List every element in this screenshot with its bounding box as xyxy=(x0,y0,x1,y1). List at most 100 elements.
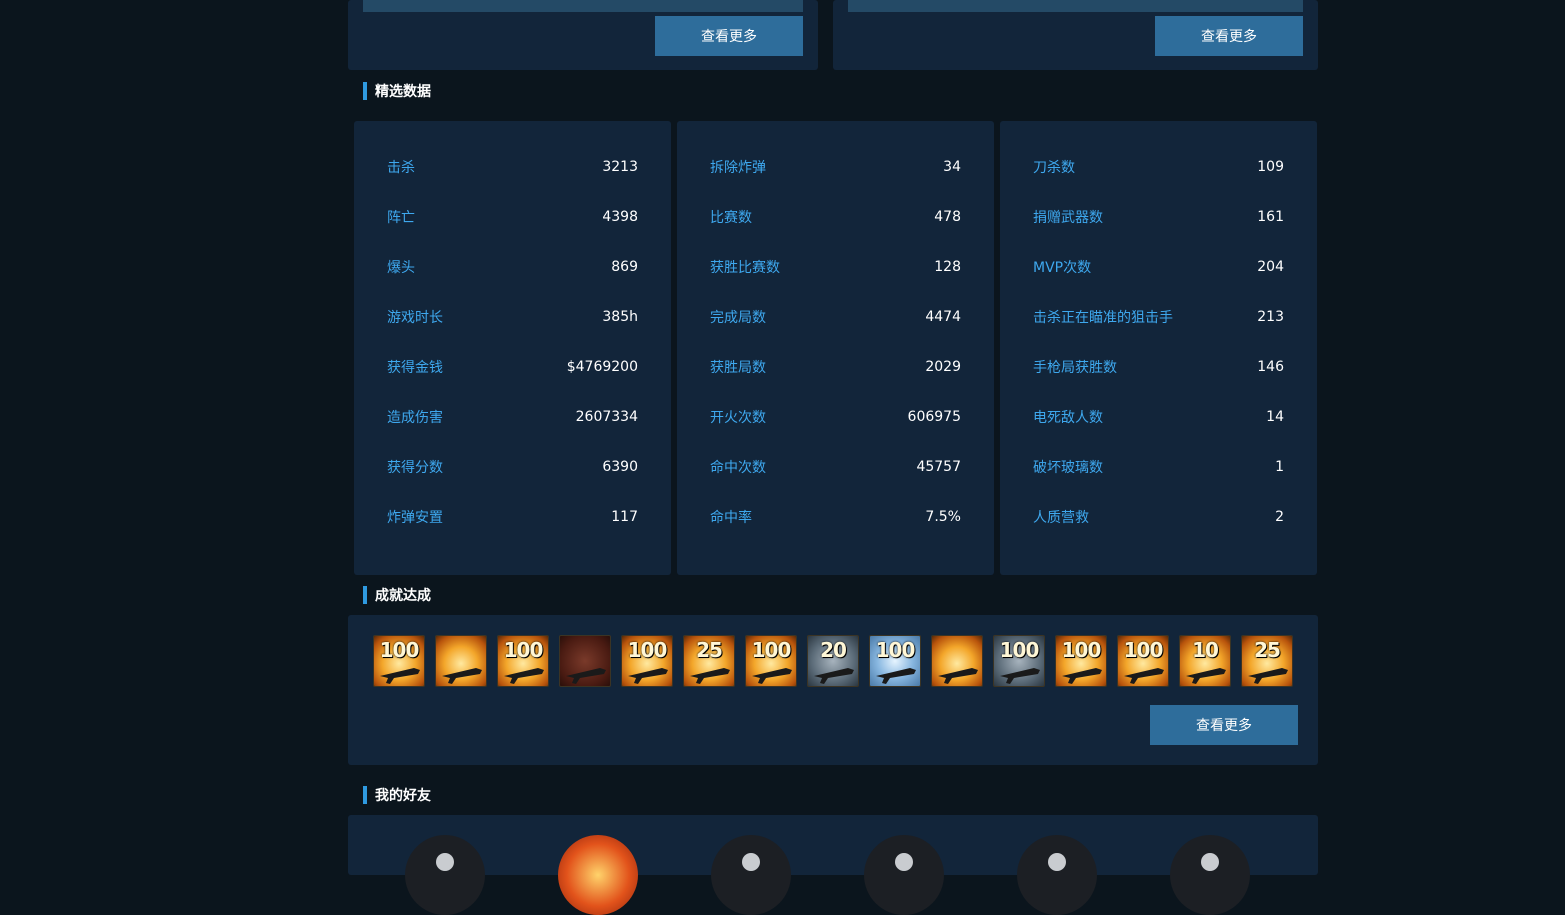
stat-value: 161 xyxy=(1257,209,1284,225)
stat-label: 获胜比赛数 xyxy=(710,260,780,276)
default-avatar[interactable] xyxy=(1017,835,1097,915)
achievement-count: 100 xyxy=(379,638,420,662)
medal-100-icon[interactable]: 100 xyxy=(993,635,1045,687)
stat-label: 电死敌人数 xyxy=(1033,410,1103,426)
stat-value: 4398 xyxy=(602,209,638,225)
stat-label: 破坏玻璃数 xyxy=(1033,460,1103,476)
stat-value: 14 xyxy=(1266,409,1284,425)
knife-100-icon[interactable]: 100 xyxy=(621,635,673,687)
featured-section-title: 精选数据 xyxy=(363,81,431,101)
achievement-count: 100 xyxy=(999,638,1040,662)
grenade-icon[interactable] xyxy=(559,635,611,687)
stat-label: 比赛数 xyxy=(710,210,752,226)
section-accent-bar xyxy=(363,82,367,100)
stat-row: 破坏玻璃数 1 xyxy=(1033,457,1284,477)
stat-row: 捐赠武器数 161 xyxy=(1033,207,1284,227)
crosshair-rifle-100-icon[interactable]: 100 xyxy=(1117,635,1169,687)
sniper-target-icon[interactable] xyxy=(435,635,487,687)
defuse-20-icon[interactable]: 20 xyxy=(807,635,859,687)
stat-value: 109 xyxy=(1257,159,1284,175)
avatar-head-icon xyxy=(436,853,454,871)
stat-value: 7.5% xyxy=(925,509,961,525)
stat-row: 完成局数 4474 xyxy=(710,307,961,327)
stat-label: 游戏时长 xyxy=(387,310,443,326)
achievement-count: 25 xyxy=(1254,638,1281,662)
stat-label: 获得金钱 xyxy=(387,360,443,376)
bomb-100-icon[interactable]: 100 xyxy=(745,635,797,687)
stat-value: 869 xyxy=(611,259,638,275)
stat-row: 电死敌人数 14 xyxy=(1033,407,1284,427)
achievements-title-text: 成就达成 xyxy=(375,588,431,604)
stat-value: 2029 xyxy=(925,359,961,375)
stat-row: 获胜比赛数 128 xyxy=(710,257,961,277)
achievement-count: 100 xyxy=(751,638,792,662)
stat-row: 手枪局获胜数 146 xyxy=(1033,357,1284,377)
stat-row: 获胜局数 2029 xyxy=(710,357,961,377)
section-accent-bar xyxy=(363,586,367,604)
default-avatar[interactable] xyxy=(711,835,791,915)
stat-row: 游戏时长 385h xyxy=(387,307,638,327)
achievements-view-more-button[interactable]: 查看更多 xyxy=(1150,705,1298,745)
fire-avatar[interactable] xyxy=(558,835,638,915)
stat-row: 造成伤害 2607334 xyxy=(387,407,638,427)
view-more-button-left[interactable]: 查看更多 xyxy=(655,16,803,56)
stat-label: 刀杀数 xyxy=(1033,160,1075,176)
stat-value: 478 xyxy=(934,209,961,225)
stat-label: 造成伤害 xyxy=(387,410,443,426)
pistol-10-icon[interactable]: 10 xyxy=(1179,635,1231,687)
stat-label: 拆除炸弹 xyxy=(710,160,766,176)
stat-value: 128 xyxy=(934,259,961,275)
stat-label: MVP次数 xyxy=(1033,260,1092,276)
stat-row: 获得金钱 $4769200 xyxy=(387,357,638,377)
avatar-head-icon xyxy=(1048,853,1066,871)
stat-label: 开火次数 xyxy=(710,410,766,426)
stat-label: 获得分数 xyxy=(387,460,443,476)
stat-value: 2607334 xyxy=(575,409,638,425)
view-more-button-right[interactable]: 查看更多 xyxy=(1155,16,1303,56)
stat-label: 获胜局数 xyxy=(710,360,766,376)
crosshair-terrorist-icon[interactable] xyxy=(931,635,983,687)
top-panel-right: 查看更多 xyxy=(833,0,1318,70)
rifle-100-icon[interactable]: 100 xyxy=(373,635,425,687)
smg-25-icon[interactable]: 25 xyxy=(683,635,735,687)
achievements-panel: 查看更多 100 100 100 25 100 20 100 100 100 100 10 25 xyxy=(348,615,1318,765)
top-panel-right-bar xyxy=(848,0,1303,12)
stat-label: 手枪局获胜数 xyxy=(1033,360,1117,376)
achievement-count: 10 xyxy=(1192,638,1219,662)
stat-value: 6390 xyxy=(602,459,638,475)
stat-row: 比赛数 478 xyxy=(710,207,961,227)
stat-row: 阵亡 4398 xyxy=(387,207,638,227)
stat-value: 213 xyxy=(1257,309,1284,325)
pistol-25-icon[interactable]: 25 xyxy=(1241,635,1293,687)
stat-value: 204 xyxy=(1257,259,1284,275)
featured-title-text: 精选数据 xyxy=(375,84,431,100)
achievement-count: 100 xyxy=(875,638,916,662)
default-avatar[interactable] xyxy=(405,835,485,915)
stat-row: 命中率 7.5% xyxy=(710,507,961,527)
default-avatar[interactable] xyxy=(1170,835,1250,915)
achievement-count: 100 xyxy=(627,638,668,662)
stat-value: 146 xyxy=(1257,359,1284,375)
stats-column-3: 刀杀数 109 捐赠武器数 161 MVP次数 204 击杀正在瞄准的狙击手 213 手枪局获胜… xyxy=(1000,121,1317,575)
stat-label: 击杀正在瞄准的狙击手 xyxy=(1033,310,1173,326)
top-panel-left: 查看更多 xyxy=(348,0,818,70)
stat-row: 拆除炸弹 34 xyxy=(710,157,961,177)
section-accent-bar xyxy=(363,786,367,804)
friends-title-text: 我的好友 xyxy=(375,788,431,804)
stat-label: 命中率 xyxy=(710,510,752,526)
avatar-head-icon xyxy=(895,853,913,871)
default-avatar[interactable] xyxy=(864,835,944,915)
sniper-rifle-100-icon[interactable]: 100 xyxy=(497,635,549,687)
stat-label: 爆头 xyxy=(387,260,415,276)
stat-label: 炸弹安置 xyxy=(387,510,443,526)
top-panel-left-bar xyxy=(363,0,803,12)
play-100-icon[interactable]: 100 xyxy=(869,635,921,687)
stat-label: 阵亡 xyxy=(387,210,415,226)
rifle-100-icon[interactable]: 100 xyxy=(1055,635,1107,687)
stat-value: 3213 xyxy=(602,159,638,175)
stat-value: 2 xyxy=(1275,509,1284,525)
stats-column-2: 拆除炸弹 34 比赛数 478 获胜比赛数 128 完成局数 4474 获胜局数 2029 开火次数… xyxy=(677,121,994,575)
avatar-head-icon xyxy=(742,853,760,871)
stat-label: 人质营救 xyxy=(1033,510,1089,526)
stat-row: 人质营救 2 xyxy=(1033,507,1284,527)
